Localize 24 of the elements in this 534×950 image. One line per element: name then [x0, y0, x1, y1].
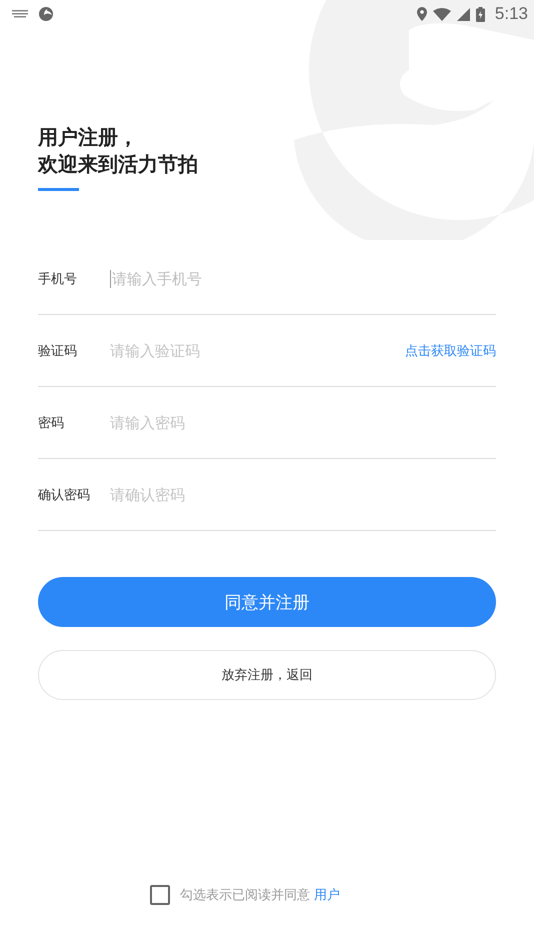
input-field[interactable]: 请输入手机号 — [112, 270, 496, 288]
back-button[interactable]: 放弃注册，返回 — [38, 650, 496, 700]
app-logo-icon — [38, 6, 54, 22]
location-icon — [416, 7, 427, 21]
keyboard-icon — [12, 10, 28, 18]
agreement-link[interactable]: 用户 — [314, 886, 446, 904]
field-label: 确认密码 — [38, 486, 91, 504]
input-field[interactable]: 请确认密码 — [110, 486, 496, 504]
field-label: 密码 — [38, 414, 65, 432]
input-field[interactable]: 请输入验证码 — [110, 342, 405, 360]
title-underline — [38, 188, 79, 191]
field-label: 手机号 — [38, 270, 78, 288]
input-field[interactable]: 请输入密码 — [110, 414, 496, 432]
page-title: 欢迎来到活力节拍 — [38, 151, 199, 178]
get-code-link[interactable]: 点击获取验证码 — [405, 342, 496, 360]
agreement-checkbox[interactable] — [150, 885, 170, 905]
text-cursor — [110, 270, 111, 288]
agreement-text: 勾选表示已阅读并同意 — [180, 887, 310, 904]
status-time: 5:13 — [494, 4, 528, 24]
signal-icon — [456, 8, 470, 20]
page-title: 用户注册， — [38, 124, 139, 151]
field-label: 验证码 — [38, 342, 78, 360]
register-button[interactable]: 同意并注册 — [38, 577, 496, 627]
wifi-icon — [432, 8, 451, 20]
